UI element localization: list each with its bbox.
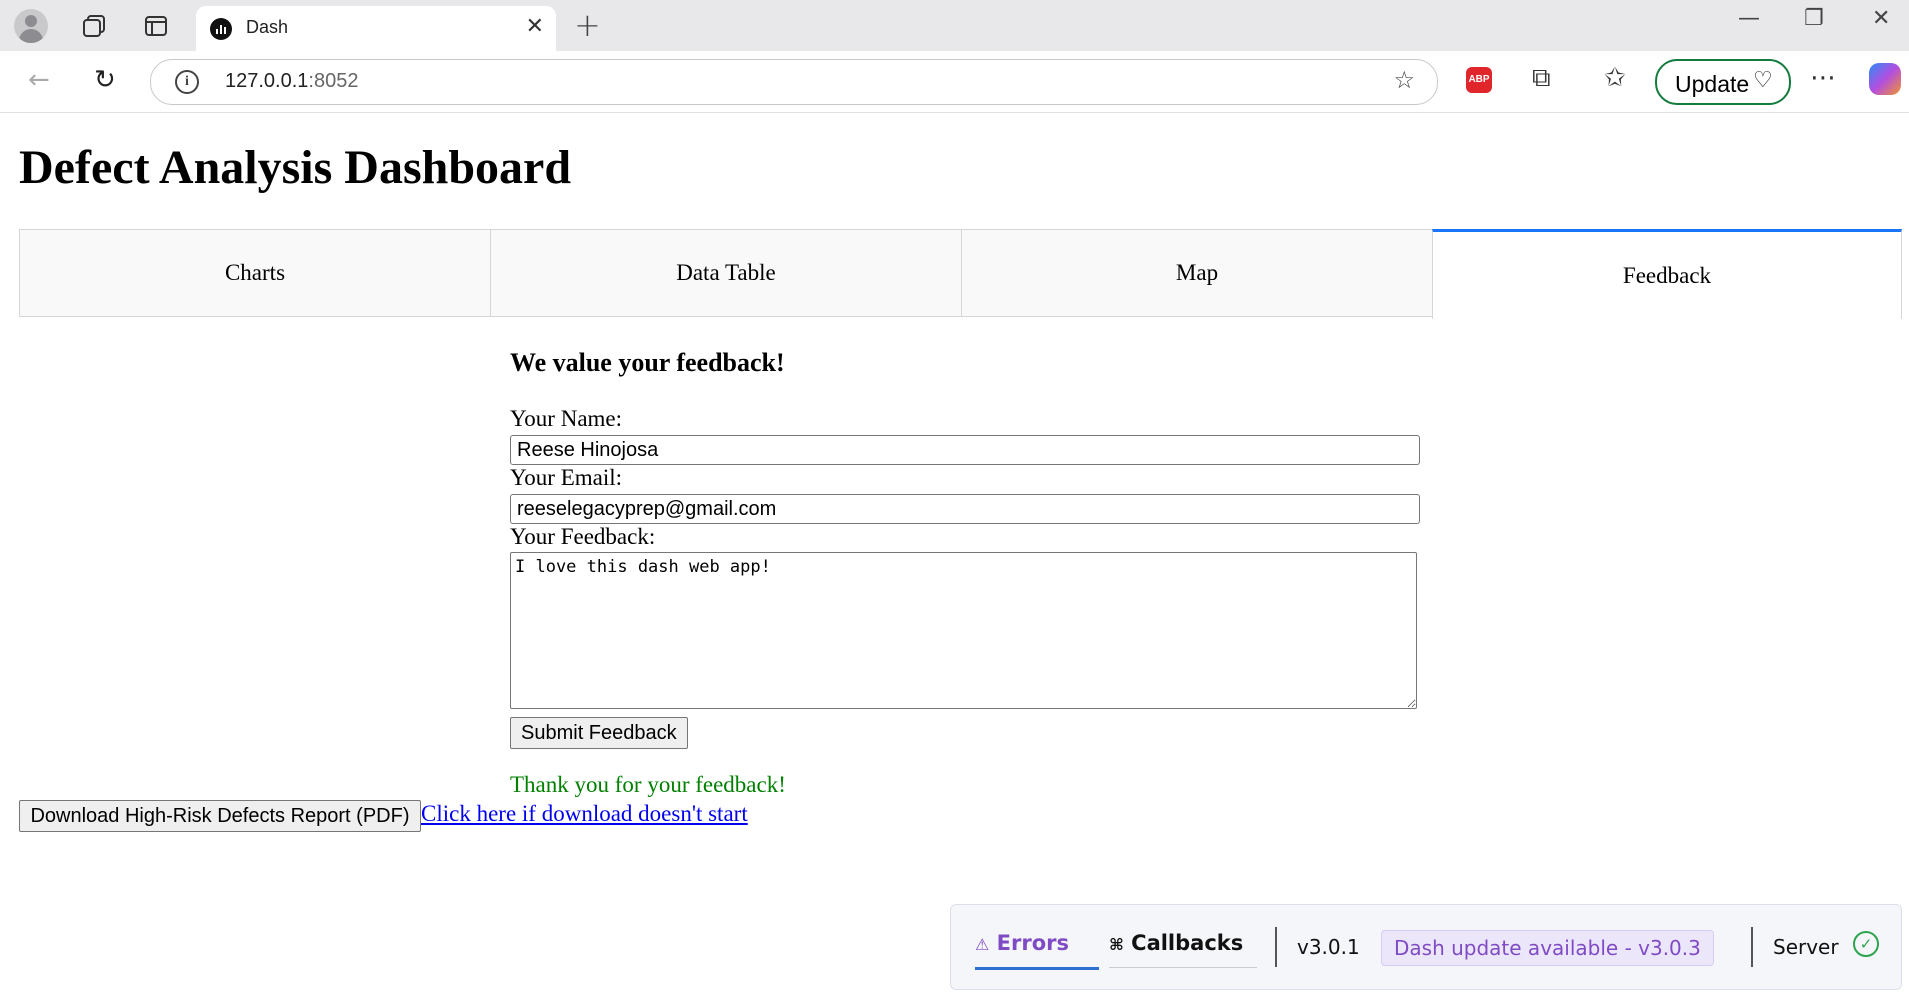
name-label: Your Name:	[510, 406, 623, 431]
extensions-icon[interactable]: ⧉	[1532, 63, 1551, 94]
more-menu-icon[interactable]: ⋯	[1810, 63, 1836, 93]
browser-health-icon: ♡	[1753, 67, 1773, 92]
callback-graph-icon: ⌘	[1109, 935, 1124, 954]
site-info-icon[interactable]: i	[175, 70, 199, 94]
submit-feedback-button[interactable]: Submit Feedback	[510, 717, 688, 749]
email-label: Your Email:	[510, 465, 623, 490]
page-title: Defect Analysis Dashboard	[19, 141, 572, 194]
url-host: 127.0.0.1	[225, 70, 309, 92]
close-tab-icon[interactable]: ✕	[526, 14, 544, 39]
browser-tab-title: Dash	[246, 17, 289, 37]
refresh-icon[interactable]: ↻	[94, 65, 116, 95]
tab-map-label: Map	[1175, 260, 1219, 285]
address-bar[interactable]: i 127.0.0.1:8052 ☆	[150, 59, 1438, 105]
browser-tab-bar: Dash ✕ + — ❐ ✕	[0, 0, 1909, 51]
update-button-label: Update	[1675, 71, 1750, 97]
download-report-button[interactable]: Download High-Risk Defects Report (PDF)	[19, 800, 421, 832]
close-window-icon[interactable]: ✕	[1872, 6, 1890, 31]
tab-data-table-label: Data Table	[676, 260, 776, 285]
favorites-icon[interactable]: ✩	[1604, 63, 1626, 93]
address-url[interactable]: 127.0.0.1:8052	[225, 70, 358, 93]
dash-debug-menu: ⚠ Errors ⌘ Callbacks v3.0.1 Dash update …	[950, 904, 1902, 990]
feedback-label: Your Feedback:	[510, 524, 656, 549]
new-tab-icon[interactable]: +	[574, 6, 601, 44]
server-ok-check-icon: ✓	[1853, 931, 1879, 957]
debug-divider-2	[1751, 927, 1753, 967]
vertical-tabs-icon[interactable]	[142, 12, 170, 40]
feedback-heading: We value your feedback!	[510, 348, 785, 377]
tab-map[interactable]: Map	[961, 229, 1433, 317]
thank-you-message: Thank you for your feedback!	[510, 772, 786, 797]
update-button[interactable]: Update ♡	[1655, 59, 1791, 105]
browser-toolbar: ← ↻ i 127.0.0.1:8052 ☆ ABP ⧉ ✩ Update ♡ …	[0, 51, 1909, 113]
favorite-star-icon[interactable]: ☆	[1393, 66, 1415, 94]
dash-update-notice[interactable]: Dash update available - v3.0.3	[1381, 930, 1714, 966]
warning-icon: ⚠	[975, 935, 990, 954]
debug-errors-label: Errors	[996, 931, 1069, 955]
download-fallback-link[interactable]: Click here if download doesn't start	[421, 801, 748, 827]
minimize-icon[interactable]: —	[1738, 6, 1760, 31]
debug-callbacks-label: Callbacks	[1131, 931, 1244, 955]
debug-errors-tab[interactable]: ⚠ Errors	[975, 931, 1099, 970]
tab-data-table[interactable]: Data Table	[490, 229, 962, 317]
debug-callbacks-tab[interactable]: ⌘ Callbacks	[1109, 931, 1257, 968]
server-status-label: Server	[1773, 935, 1839, 959]
email-input[interactable]	[510, 494, 1420, 524]
back-icon[interactable]: ←	[28, 65, 50, 95]
profile-avatar-icon[interactable]	[14, 9, 48, 43]
name-input[interactable]	[510, 435, 1420, 465]
browser-tab[interactable]: Dash ✕	[196, 6, 556, 51]
adblock-icon[interactable]: ABP	[1466, 67, 1492, 93]
tab-feedback-label: Feedback	[1622, 262, 1712, 288]
debug-divider	[1275, 927, 1277, 967]
tab-charts[interactable]: Charts	[19, 229, 491, 317]
dash-favicon-icon	[210, 18, 232, 40]
tab-feedback[interactable]: Feedback	[1432, 229, 1902, 319]
feedback-textarea[interactable]: I love this dash web app!	[510, 552, 1417, 709]
workspaces-icon[interactable]	[80, 12, 108, 40]
restore-icon[interactable]: ❐	[1804, 6, 1824, 31]
dash-version: v3.0.1	[1297, 935, 1360, 959]
tab-charts-label: Charts	[224, 260, 286, 285]
copilot-icon[interactable]	[1869, 63, 1901, 95]
url-port: :8052	[308, 70, 359, 92]
dashboard-tabs: Charts Data Table Map Feedback	[19, 229, 1902, 319]
